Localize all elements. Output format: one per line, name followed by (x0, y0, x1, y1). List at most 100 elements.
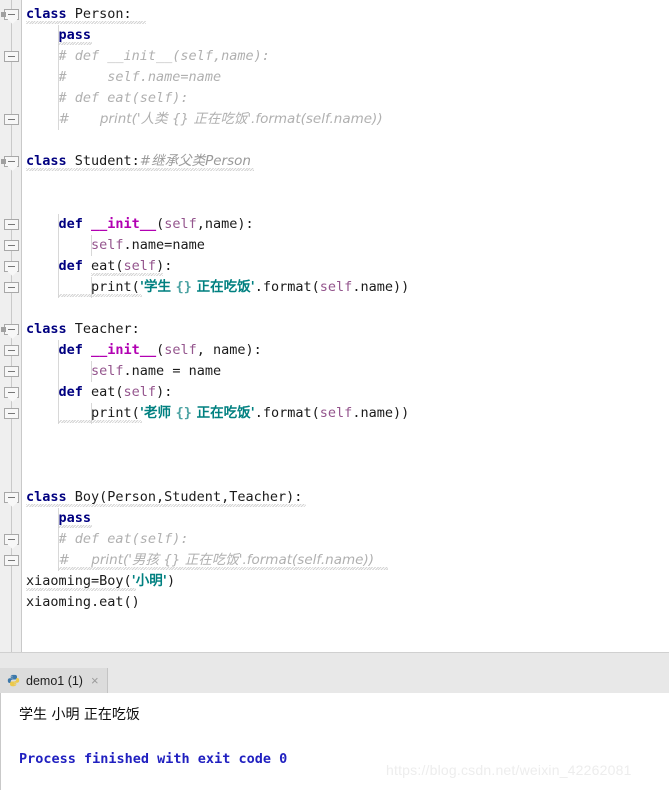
code-token: Teacher: (66, 321, 140, 337)
console-tab-bar: demo1 (1) × (0, 668, 669, 693)
code-token: ): (156, 384, 173, 400)
code-token: # print('人类 {} 正在吃饭'.format(self.name)) (58, 111, 383, 127)
code-token: '学生 (139, 279, 176, 295)
code-token: ,name): (196, 216, 254, 232)
code-token: 正在吃饭' (191, 405, 255, 421)
code-line: # print('人类 {} 正在吃饭'.format(self.name)) (22, 109, 669, 130)
indent-guide (58, 214, 60, 298)
change-marker-icon[interactable] (1, 327, 6, 332)
fold-toggle-icon[interactable] (4, 492, 19, 503)
code-line: def eat(self): (22, 382, 669, 403)
spell-squiggle (58, 42, 93, 45)
fold-toggle-icon[interactable] (4, 282, 19, 293)
spell-squiggle (58, 420, 143, 423)
code-token: # def __init__(self,name): (58, 48, 270, 64)
spell-squiggle (26, 21, 146, 24)
code-token: # def eat(self): (58, 90, 189, 106)
change-marker-icon[interactable] (1, 12, 6, 17)
fold-toggle-icon[interactable] (4, 51, 19, 62)
code-line: # def __init__(self,name): (22, 46, 669, 67)
code-editor[interactable]: class Person: pass # def __init__(self,n… (0, 0, 669, 652)
fold-toggle-icon[interactable] (4, 324, 19, 335)
change-marker-icon[interactable] (1, 159, 6, 164)
spell-squiggle (58, 567, 389, 570)
close-icon[interactable]: × (91, 674, 99, 687)
fold-toggle-icon[interactable] (4, 345, 19, 356)
fold-toggle-icon[interactable] (4, 387, 19, 398)
code-token: pass (58, 510, 92, 526)
fold-toggle-icon[interactable] (4, 114, 19, 125)
editor-gutter[interactable] (0, 0, 22, 652)
code-token: .format( (254, 405, 320, 421)
code-token: def (58, 384, 83, 400)
fold-toggle-icon[interactable] (4, 240, 19, 251)
watermark-text: https://blog.csdn.net/weixin_42262081 (386, 762, 632, 778)
code-token: {} (175, 405, 192, 421)
code-token: __init__ (91, 342, 157, 358)
code-token: print( (91, 405, 140, 421)
fold-toggle-icon[interactable] (4, 219, 19, 230)
code-token: ): (156, 258, 173, 274)
code-token: self (91, 363, 124, 379)
code-token: self (123, 258, 157, 274)
spell-squiggle (26, 588, 136, 591)
code-token: self (123, 384, 157, 400)
code-token: ( (156, 342, 165, 358)
code-token: def (58, 216, 83, 232)
code-token: self (319, 279, 353, 295)
code-token: class (26, 321, 67, 337)
code-token: Person: (66, 6, 132, 22)
code-token: ( (156, 216, 165, 232)
console-tab-label: demo1 (1) (26, 673, 83, 688)
fold-toggle-icon[interactable] (4, 408, 19, 419)
code-token: Boy(Person,Student,Teacher): (66, 489, 303, 505)
code-token: # print('男孩 {} 正在吃饭'.format(self.name)) (58, 552, 375, 568)
code-token: class (26, 6, 67, 22)
indent-guide (58, 25, 60, 130)
code-token: 正在吃饭' (191, 279, 255, 295)
fold-toggle-icon[interactable] (4, 555, 19, 566)
code-line: xiaoming.eat() (22, 592, 669, 613)
fold-toggle-icon[interactable] (4, 366, 19, 377)
fold-toggle-icon[interactable] (4, 9, 19, 20)
code-line: class Teacher: (22, 319, 669, 340)
code-line: def __init__(self,name): (22, 214, 669, 235)
panel-splitter[interactable] (0, 652, 669, 669)
spell-squiggle (26, 504, 306, 507)
code-line: # def eat(self): (22, 529, 669, 550)
code-token: ) (166, 573, 176, 589)
code-line: # self.name=name (22, 67, 669, 88)
code-token: self (319, 405, 353, 421)
code-text-area[interactable]: class Person: pass # def __init__(self,n… (22, 0, 669, 652)
code-token: # def eat(self): (58, 531, 189, 547)
indent-guide (90, 235, 92, 256)
code-token: {} (175, 279, 192, 295)
console-tab-demo1[interactable]: demo1 (1) × (0, 668, 108, 693)
fold-toggle-icon[interactable] (4, 534, 19, 545)
code-token: eat( (82, 258, 124, 274)
fold-toggle-icon[interactable] (4, 156, 19, 167)
code-token: .format( (254, 279, 320, 295)
spell-squiggle (26, 168, 254, 171)
fold-toggle-icon[interactable] (4, 261, 19, 272)
code-token: self (164, 216, 197, 232)
code-token: '小明' (131, 573, 167, 589)
code-line: def __init__(self, name): (22, 340, 669, 361)
code-line: self.name=name (22, 235, 669, 256)
code-token: class (26, 153, 67, 169)
console-output-line: 学生 小明 正在吃饭 (19, 707, 140, 723)
code-token: def (58, 342, 83, 358)
spell-squiggle (90, 273, 163, 276)
